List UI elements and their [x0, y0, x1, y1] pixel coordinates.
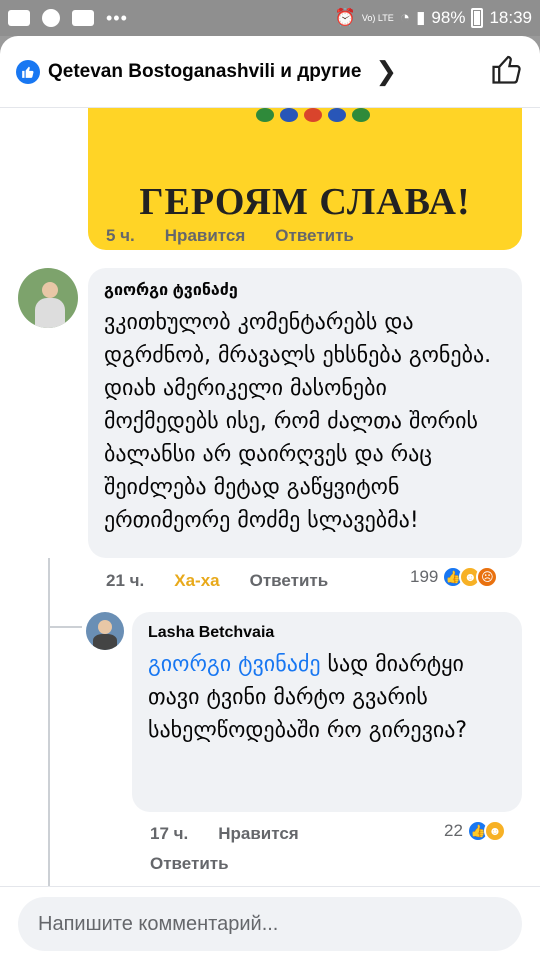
reactors-title: Qetevan Bostoganashvili и другие: [48, 60, 362, 82]
more-notifications-icon: •••: [106, 7, 128, 28]
comment-author[interactable]: გიორგი ტვინაძე: [104, 280, 506, 300]
reaction-summary[interactable]: 199 👍 ☻ ☹: [410, 566, 499, 588]
avatar[interactable]: [18, 268, 78, 328]
alarm-icon: ⏰: [334, 8, 356, 27]
reaction-count: 22: [444, 821, 463, 840]
comment-meta: 21 ч. Ха-ха Ответить: [106, 571, 358, 591]
signal-icon: ▮: [416, 8, 426, 27]
reaction-link[interactable]: Ха-ха: [174, 571, 219, 591]
reply-bubble[interactable]: Lasha Betchvaia გიორგი ტვინაძე სად მიარტ…: [132, 612, 522, 812]
battery-icon: [471, 8, 484, 28]
clock: 18:39: [489, 8, 532, 27]
comments-sheet: Qetevan Bostoganashvili и другие ❯ ГЕРОЯ…: [0, 36, 540, 960]
comment-text: ვკითხულობ კომენტარებს და დგრძნობ, მრავალ…: [104, 310, 492, 533]
comment-input[interactable]: [18, 897, 522, 951]
reaction-summary[interactable]: 22 👍 ☻: [444, 820, 506, 842]
reply-link[interactable]: Ответить: [150, 854, 229, 874]
like-reaction-icon: [16, 59, 40, 84]
comment-bubble[interactable]: გიორგი ტვინაძე ვკითხულობ კომენტარებს და …: [88, 268, 522, 558]
comment-author[interactable]: Lasha Betchvaia: [148, 624, 506, 642]
avatar[interactable]: [86, 612, 124, 650]
volte-label: Vo) LTE: [361, 12, 394, 23]
timestamp: 21 ч.: [106, 571, 145, 590]
mention-link[interactable]: გიორგი ტვინაძე: [148, 652, 321, 677]
reaction-count: 199: [410, 567, 439, 586]
reply-meta-second-line: Ответить: [150, 854, 259, 874]
notification-app-icon: [8, 10, 30, 26]
ornament-graphic: [238, 108, 388, 148]
timestamp: 5 ч.: [106, 226, 135, 245]
thread-branch: [48, 626, 82, 628]
reactions-header[interactable]: Qetevan Bostoganashvili и другие ❯: [0, 36, 540, 108]
status-bar: ••• ⏰ Vo) LTE ◔ ▮ 98% 18:39: [0, 0, 540, 36]
comment-composer: [0, 886, 540, 960]
browser-icon: [42, 9, 60, 27]
comment-text: გიორგი ტვინაძე სად მიარტყი თავი ტვინი მა…: [148, 648, 506, 747]
like-link[interactable]: Нравится: [165, 226, 246, 246]
haha-reaction-icon: ☻: [483, 820, 506, 842]
reply-meta: 17 ч. Нравится: [150, 824, 329, 844]
image-comment-meta: 5 ч. Нравится Ответить: [106, 226, 384, 246]
reply-link[interactable]: Ответить: [275, 226, 354, 246]
banner-text: ГЕРОЯМ СЛАВА!: [139, 181, 471, 223]
chevron-right-icon[interactable]: ❯: [375, 56, 397, 87]
battery-percent: 98%: [431, 8, 466, 27]
timestamp: 17 ч.: [150, 824, 189, 843]
youtube-icon: [72, 10, 94, 26]
wifi-icon: ◔: [399, 8, 411, 27]
like-link[interactable]: Нравится: [218, 824, 299, 844]
angry-reaction-icon: ☹: [476, 566, 499, 588]
thread-line: [48, 558, 50, 886]
reply-link[interactable]: Ответить: [250, 571, 329, 591]
like-button-icon[interactable]: [490, 52, 524, 91]
